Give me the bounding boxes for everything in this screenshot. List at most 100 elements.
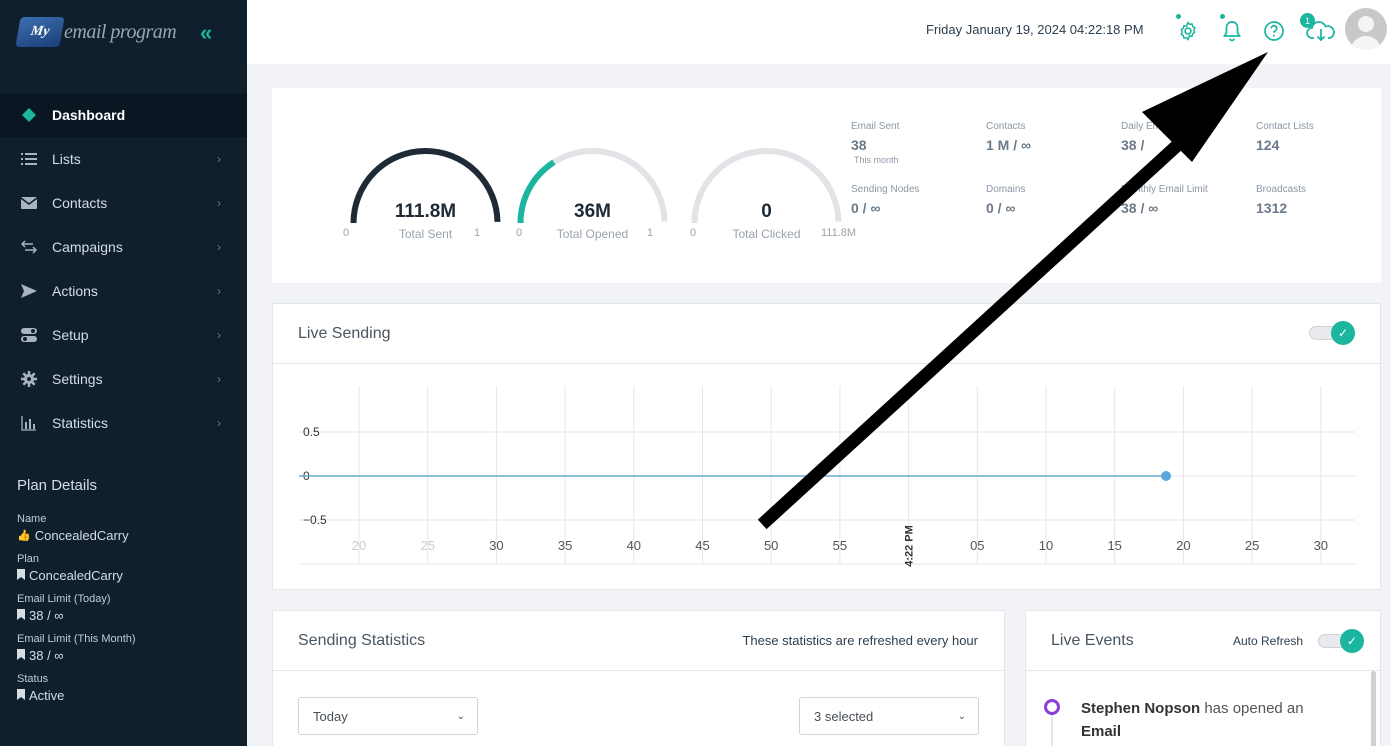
logo-bar: My email program « — [0, 0, 247, 64]
thumbs-up-icon: 👍 — [17, 530, 31, 542]
user-avatar[interactable] — [1345, 8, 1387, 50]
auto-refresh-toggle[interactable]: ✓ — [1318, 629, 1364, 653]
gauge-max: 1 — [647, 227, 654, 239]
stat-value: 38 — [851, 137, 867, 153]
gauge-total-sent: 111.8M Total Sent 0 1 — [338, 143, 513, 253]
chevron-right-icon: › — [217, 328, 221, 342]
plan-value: ConcealedCarry — [29, 568, 123, 583]
sidebar-item-setup[interactable]: Setup › — [0, 313, 247, 357]
x-tick-label: 55 — [833, 538, 847, 553]
toggle-icon — [20, 326, 38, 344]
event-item: Stephen Nopson has opened an Email — [1081, 697, 1321, 743]
stat-label: Daily Em — [1121, 121, 1162, 132]
notification-dot — [1220, 14, 1225, 19]
chevron-right-icon: › — [217, 196, 221, 210]
sending-statistics-card: Sending Statistics These statistics are … — [272, 610, 1005, 746]
plan-label: Name — [17, 513, 47, 525]
stat-value: 38 / ∞ — [1121, 200, 1159, 216]
event-dot — [1044, 699, 1060, 715]
x-tick-label: 50 — [764, 538, 778, 553]
plan-email-limit-today: Email Limit (Today) 38 / ∞ — [17, 593, 247, 623]
live-events-card: Live Events Auto Refresh ✓ Stephen Nopso… — [1025, 610, 1381, 746]
stat-value: 0 / ∞ — [851, 200, 881, 216]
live-sending-card: Live Sending ✓ 0.5 0 −0.5 20 25 30 35 40 45 50 55 4… — [272, 303, 1381, 590]
gauge-label: Total Opened — [556, 227, 629, 241]
gauge-label: Total Sent — [398, 227, 453, 241]
plan-value: ConcealedCarry — [34, 528, 129, 543]
x-tick-label: 20 — [352, 538, 366, 553]
stat-contact-lists: Contact Lists 124 — [1256, 118, 1314, 153]
period-select[interactable]: Today ⌄ — [298, 697, 478, 735]
gauge-min: 0 — [343, 227, 350, 239]
x-tick-label: 25 — [1245, 538, 1259, 553]
cloud-download-icon[interactable]: 1 — [1300, 13, 1338, 44]
sidebar-nav: Dashboard Lists › Contacts › Campaigns › — [0, 93, 247, 445]
arrows-icon — [20, 238, 38, 256]
gauge-value: 0 — [761, 201, 772, 222]
sidebar: My email program « Dashboard Lists › Con… — [0, 0, 247, 746]
sidebar-item-actions[interactable]: Actions › — [0, 269, 247, 313]
diamond-icon — [20, 106, 38, 124]
gauge-min: 0 — [516, 227, 523, 239]
notification-dot — [1176, 14, 1181, 19]
stat-label: Contact Lists — [1256, 121, 1314, 132]
plan-value-row: 👍 ConcealedCarry — [17, 528, 247, 543]
sidebar-item-lists[interactable]: Lists › — [0, 137, 247, 181]
sidebar-item-dashboard[interactable]: Dashboard — [0, 93, 247, 137]
plan-label: Status — [17, 673, 49, 685]
sidebar-item-label: Contacts — [52, 195, 108, 211]
chevron-down-icon: ⌄ — [456, 710, 465, 722]
stat-label: Contacts — [986, 121, 1026, 132]
scrollbar[interactable] — [1371, 671, 1376, 746]
logo-badge: My — [15, 17, 65, 47]
live-sending-toggle[interactable]: ✓ — [1309, 321, 1355, 345]
card-divider — [1026, 670, 1380, 671]
sidebar-item-contacts[interactable]: Contacts › — [0, 181, 247, 225]
plan-label: Email Limit (Today) — [17, 593, 111, 605]
y-tick-label: 0.5 — [303, 425, 320, 439]
envelope-icon — [20, 194, 38, 212]
download-badge: 1 — [1300, 13, 1315, 28]
x-tick-label: 05 — [970, 538, 984, 553]
plan-plan: Plan ConcealedCarry — [17, 553, 247, 583]
sidebar-item-label: Campaigns — [52, 239, 123, 255]
sidebar-item-statistics[interactable]: Statistics › — [0, 401, 247, 445]
sidebar-item-label: Statistics — [52, 415, 109, 431]
top-header: Friday January 19, 2024 04:22:18 PM 1 — [247, 0, 1391, 64]
card-divider — [273, 670, 1004, 671]
period-select-value: Today — [313, 708, 348, 724]
chevron-right-icon: › — [217, 284, 221, 298]
stat-value: 1312 — [1256, 200, 1288, 216]
plan-value-row: 38 / ∞ — [17, 608, 247, 623]
sending-statistics-title: Sending Statistics — [298, 632, 426, 649]
settings-gear-icon[interactable] — [1175, 14, 1201, 44]
card-divider — [273, 363, 1380, 364]
stat-contacts: Contacts 1 M / ∞ — [986, 118, 1031, 153]
sidebar-item-campaigns[interactable]: Campaigns › — [0, 225, 247, 269]
x-tick-label: 4:22 PM — [904, 525, 916, 567]
plan-name: Name 👍 ConcealedCarry — [17, 513, 247, 543]
x-tick-label: 15 — [1107, 538, 1121, 553]
bell-icon[interactable] — [1219, 14, 1245, 44]
stat-value: 38 / — [1121, 137, 1145, 153]
live-sending-chart: 0.50−0.520 25 30 35 40 45 50 55 4:22 PM 05 10 15 20 2… — [299, 386, 1355, 567]
check-icon: ✓ — [1331, 321, 1355, 345]
live-sending-title: Live Sending — [298, 325, 391, 342]
bookmark-icon — [17, 608, 25, 623]
logo-text: email program — [64, 20, 177, 43]
x-tick-label: 30 — [489, 538, 503, 553]
stat-email-sent: Email Sent 38 This month — [851, 118, 899, 165]
event-object: Email — [1081, 723, 1122, 740]
help-icon[interactable] — [1261, 18, 1287, 44]
event-action: has opened an — [1204, 700, 1304, 717]
list-icon — [20, 150, 38, 168]
plan-value-row: ConcealedCarry — [17, 568, 247, 583]
bookmark-icon — [17, 688, 25, 703]
collapse-sidebar-icon[interactable]: « — [200, 20, 212, 46]
sidebar-item-label: Actions — [52, 283, 98, 299]
stat-sending-nodes: Sending Nodes 0 / ∞ — [851, 181, 919, 216]
series-multiselect[interactable]: 3 selected ⌄ — [799, 697, 979, 735]
logo[interactable]: My email program — [15, 17, 177, 47]
sidebar-item-settings[interactable]: Settings › — [0, 357, 247, 401]
bookmark-icon — [17, 648, 25, 663]
